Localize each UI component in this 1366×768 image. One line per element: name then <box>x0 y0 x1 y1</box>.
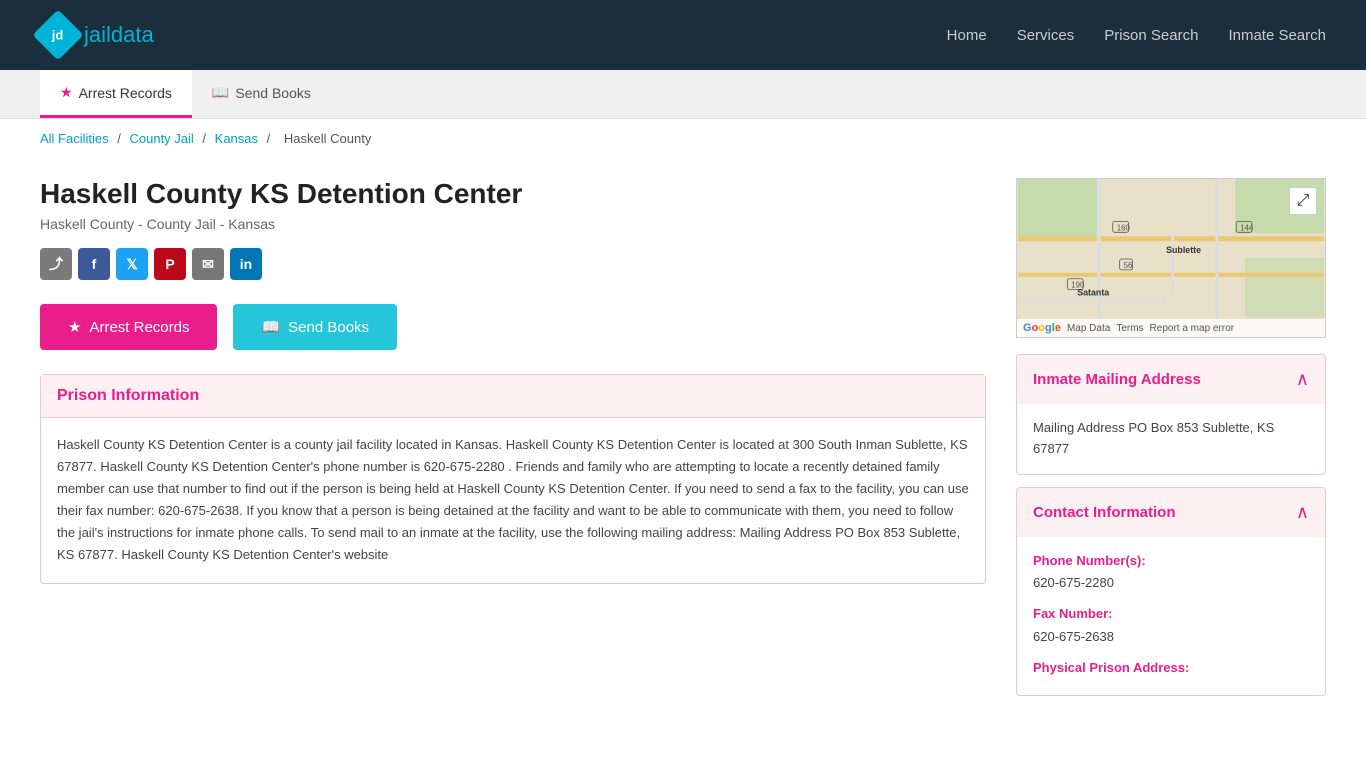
nav-home[interactable]: Home <box>947 27 987 44</box>
fax-number: 620-675-2638 <box>1033 627 1309 648</box>
subnav-arrest-records[interactable]: ★ Arrest Records <box>40 70 192 118</box>
prison-info-header: Prison Information <box>41 375 985 418</box>
arrest-records-label: Arrest Records <box>89 319 189 336</box>
svg-text:56: 56 <box>1124 261 1133 270</box>
breadcrumb-county-jail[interactable]: County Jail <box>129 131 193 146</box>
mailing-address-text: Mailing Address PO Box 853 Sublette, KS … <box>1033 420 1274 456</box>
book-icon: 📖 <box>212 84 229 101</box>
social-pinterest-btn[interactable]: P <box>154 248 186 280</box>
page-subtitle: Haskell County - County Jail - Kansas <box>40 216 986 232</box>
main-nav: Home Services Prison Search Inmate Searc… <box>947 27 1326 44</box>
mailing-address-panel: Inmate Mailing Address ∧ Mailing Address… <box>1016 354 1326 475</box>
right-column: 160 144 56 190 Sublette Satanta ⤢ Google… <box>1016 178 1326 708</box>
physical-label: Physical Prison Address: <box>1033 658 1309 679</box>
left-column: Haskell County KS Detention Center Haske… <box>40 178 986 708</box>
action-buttons: ★ Arrest Records 📖 Send Books <box>40 304 986 350</box>
prison-info-box: Prison Information Haskell County KS Det… <box>40 374 986 584</box>
mailing-address-heading: Inmate Mailing Address <box>1033 371 1201 388</box>
breadcrumb-all-facilities[interactable]: All Facilities <box>40 131 109 146</box>
logo-initials: jd <box>52 28 64 43</box>
contact-info-body: Phone Number(s): 620-675-2280 Fax Number… <box>1017 537 1325 695</box>
send-books-button[interactable]: 📖 Send Books <box>233 304 397 350</box>
map-report[interactable]: Report a map error <box>1150 323 1234 334</box>
mailing-address-body: Mailing Address PO Box 853 Sublette, KS … <box>1017 404 1325 474</box>
page-title: Haskell County KS Detention Center <box>40 178 986 210</box>
svg-text:Sublette: Sublette <box>1166 245 1201 255</box>
nav-inmate-search[interactable]: Inmate Search <box>1228 27 1326 44</box>
social-share-btn[interactable]: ⤴ <box>40 248 72 280</box>
phone-label: Phone Number(s): <box>1033 551 1309 572</box>
svg-text:Satanta: Satanta <box>1077 288 1109 298</box>
arrest-records-button[interactable]: ★ Arrest Records <box>40 304 217 350</box>
subnav-books-label: Send Books <box>235 85 311 101</box>
breadcrumb-kansas[interactable]: Kansas <box>215 131 258 146</box>
main-container: Haskell County KS Detention Center Haske… <box>0 158 1366 728</box>
map-data-label: Map Data <box>1067 323 1110 334</box>
breadcrumb-sep-3: / <box>267 131 274 146</box>
breadcrumb-haskell: Haskell County <box>284 131 371 146</box>
mailing-address-header[interactable]: Inmate Mailing Address ∧ <box>1017 355 1325 404</box>
map-expand-button[interactable]: ⤢ <box>1289 187 1317 215</box>
social-email-btn[interactable]: ✉ <box>192 248 224 280</box>
nav-services[interactable]: Services <box>1017 27 1075 44</box>
send-books-book-icon: 📖 <box>261 318 280 336</box>
header: jd jaildata Home Services Prison Search … <box>0 0 1366 70</box>
logo-diamond: jd <box>33 10 84 61</box>
contact-info-panel: Contact Information ∧ Phone Number(s): 6… <box>1016 487 1326 696</box>
subnav-send-books[interactable]: 📖 Send Books <box>192 70 331 118</box>
breadcrumb-sep-1: / <box>117 131 124 146</box>
subnav: ★ Arrest Records 📖 Send Books <box>0 70 1366 119</box>
social-linkedin-btn[interactable]: in <box>230 248 262 280</box>
fax-label: Fax Number: <box>1033 604 1309 625</box>
star-icon: ★ <box>60 84 73 101</box>
subnav-arrest-label: Arrest Records <box>79 85 172 101</box>
arrest-star-icon: ★ <box>68 318 81 336</box>
social-icons: ⤴ f 𝕏 P ✉ in <box>40 248 986 280</box>
mailing-address-toggle-icon: ∧ <box>1296 369 1309 390</box>
contact-info-toggle-icon: ∧ <box>1296 502 1309 523</box>
breadcrumb-sep-2: / <box>202 131 209 146</box>
google-logo: Google <box>1023 322 1061 334</box>
map-container: 160 144 56 190 Sublette Satanta ⤢ Google… <box>1016 178 1326 338</box>
nav-prison-search[interactable]: Prison Search <box>1104 27 1198 44</box>
social-facebook-btn[interactable]: f <box>78 248 110 280</box>
prison-info-heading: Prison Information <box>57 387 969 405</box>
phone-number: 620-675-2280 <box>1033 573 1309 594</box>
send-books-label: Send Books <box>288 319 369 336</box>
contact-info-heading: Contact Information <box>1033 504 1176 521</box>
logo-text: jaildata <box>84 22 154 48</box>
prison-info-body: Haskell County KS Detention Center is a … <box>41 418 985 583</box>
logo[interactable]: jd jaildata <box>40 17 154 53</box>
map-svg: 160 144 56 190 Sublette Satanta <box>1017 179 1325 337</box>
logo-jail: jail <box>84 22 111 47</box>
social-twitter-btn[interactable]: 𝕏 <box>116 248 148 280</box>
map-bottom-bar: Google Map Data Terms Report a map error <box>1017 319 1325 337</box>
breadcrumb: All Facilities / County Jail / Kansas / … <box>0 119 1366 158</box>
map-terms[interactable]: Terms <box>1116 323 1143 334</box>
logo-data: data <box>111 22 154 47</box>
contact-info-header[interactable]: Contact Information ∧ <box>1017 488 1325 537</box>
